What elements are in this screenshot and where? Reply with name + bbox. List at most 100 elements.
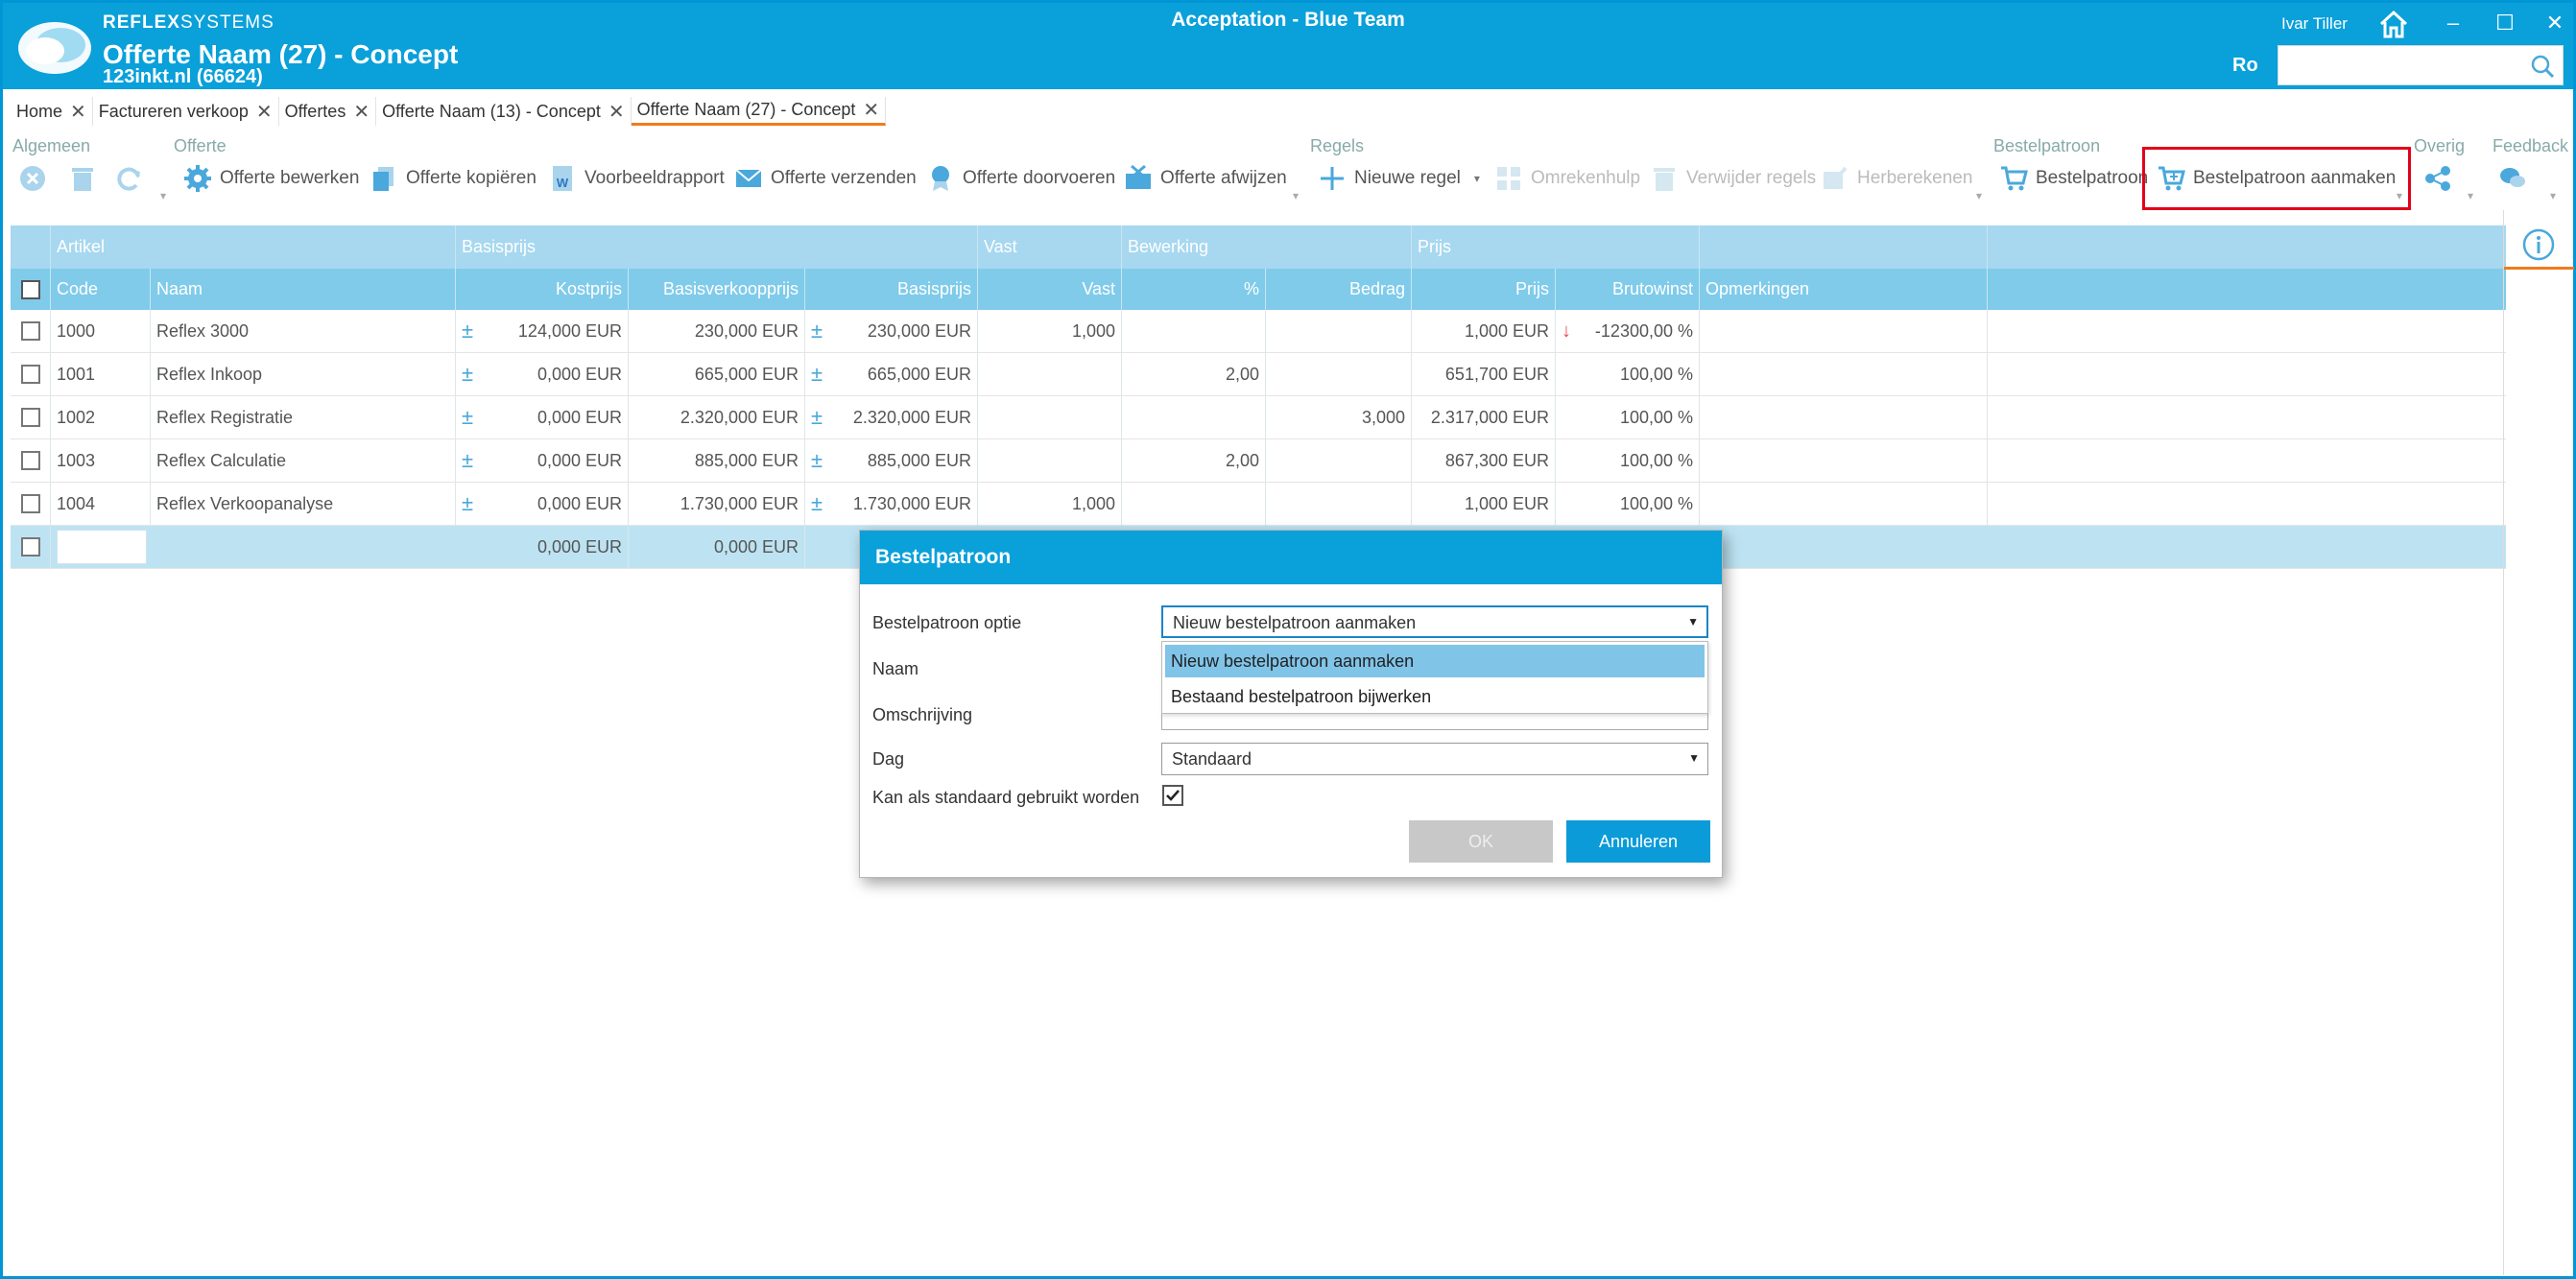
col-kostprijs[interactable]: Kostprijs (456, 269, 629, 310)
cell-basisprijs[interactable]: ±885,000 EUR (805, 439, 978, 482)
close-tab-icon[interactable]: ✕ (353, 100, 370, 124)
cell-basisverkoopprijs[interactable]: 885,000 EUR (629, 439, 805, 482)
cell-kostprijs[interactable]: ±0,000 EUR (456, 353, 629, 395)
cell-basisprijs[interactable]: ±2.320,000 EUR (805, 396, 978, 438)
plus-minus-icon[interactable]: ± (811, 405, 823, 430)
cell-pct[interactable]: 2,00 (1122, 353, 1266, 395)
cell-kostprijs[interactable]: ±0,000 EUR (456, 439, 629, 482)
cell-code[interactable]: 1002 (51, 396, 151, 438)
voorbeeldrapport-button[interactable]: W Voorbeeldrapport (548, 160, 725, 197)
tab-factureren-verkoop[interactable]: Factureren verkoop ✕ (93, 97, 279, 126)
cell-brutowinst[interactable]: ↓ -12300,00 % (1556, 310, 1700, 352)
cell-basisverkoopprijs[interactable]: 230,000 EUR (629, 310, 805, 352)
maximize-button[interactable]: ☐ (2491, 9, 2519, 37)
offerte-doorvoeren-button[interactable]: Offerte doorvoeren (926, 160, 1115, 197)
cell-brutowinst[interactable]: 100,00 % (1556, 439, 1700, 482)
cell-vast[interactable] (978, 353, 1122, 395)
cell-naam[interactable]: Reflex Calculatie (151, 439, 456, 482)
col-brutowinst[interactable]: Brutowinst (1556, 269, 1700, 310)
col-opmerkingen[interactable]: Opmerkingen (1700, 269, 1988, 310)
tab-offerte-27[interactable]: Offerte Naam (27) - Concept ✕ (631, 97, 887, 126)
plus-minus-icon[interactable]: ± (811, 362, 823, 387)
delete-button[interactable] (68, 160, 97, 197)
cell-spacer[interactable] (1988, 396, 2514, 438)
cell-vast[interactable]: 1,000 (978, 310, 1122, 352)
refresh-button[interactable] (114, 160, 143, 197)
close-tab-icon[interactable]: ✕ (863, 98, 879, 122)
cell-prijs[interactable]: 867,300 EUR (1412, 439, 1556, 482)
omrekenhulp-button[interactable]: Omrekenhulp (1494, 160, 1640, 197)
row-checkbox[interactable] (20, 494, 40, 513)
cell-brutowinst[interactable]: 100,00 % (1556, 353, 1700, 395)
chevron-down-icon[interactable]: ▾ (1293, 189, 1299, 202)
minimize-button[interactable]: – (2439, 9, 2468, 37)
search-input[interactable] (2278, 45, 2564, 85)
new-code-input[interactable] (57, 530, 147, 564)
cell-pct[interactable] (1122, 396, 1266, 438)
cell-basisprijs[interactable]: ±665,000 EUR (805, 353, 978, 395)
col-basisprijs[interactable]: Basisprijs (805, 269, 978, 310)
cell-kostprijs[interactable]: ±0,000 EUR (456, 483, 629, 525)
col-code[interactable]: Code (51, 269, 151, 310)
col-naam[interactable]: Naam (151, 269, 456, 310)
feedback-button[interactable] (2498, 160, 2527, 197)
cell-pct[interactable] (1122, 483, 1266, 525)
select-all-checkbox[interactable] (20, 279, 40, 299)
tab-offerte-13[interactable]: Offerte Naam (13) - Concept ✕ (376, 97, 632, 126)
home-icon[interactable] (2377, 9, 2410, 39)
cell-code[interactable]: 1003 (51, 439, 151, 482)
cell-code[interactable]: 1000 (51, 310, 151, 352)
table-row[interactable]: 1000 Reflex 3000 ±124,000 EUR 230,000 EUR ±2… (11, 310, 2506, 353)
cell-vast[interactable] (978, 396, 1122, 438)
cancel-button[interactable] (18, 160, 47, 197)
chevron-down-icon[interactable]: ▾ (2468, 189, 2473, 202)
plus-minus-icon[interactable]: ± (811, 491, 823, 516)
cell-kostprijs[interactable]: ±0,000 EUR (456, 396, 629, 438)
annuleren-button[interactable]: Annuleren (1566, 820, 1710, 863)
plus-minus-icon[interactable]: ± (462, 491, 473, 516)
col-basisverkoopprijs[interactable]: Basisverkoopprijs (629, 269, 805, 310)
cell-kostprijs[interactable]: ±124,000 EUR (456, 310, 629, 352)
cell-opmerkingen[interactable] (1700, 353, 1988, 395)
table-row[interactable]: 1001 Reflex Inkoop ±0,000 EUR 665,000 EUR ±6… (11, 353, 2506, 396)
share-button[interactable] (2423, 160, 2452, 197)
plus-minus-icon[interactable]: ± (462, 362, 473, 387)
cell-bedrag[interactable] (1266, 353, 1412, 395)
cell-spacer[interactable] (1988, 483, 2514, 525)
search-icon[interactable] (2530, 54, 2555, 79)
cell-basisprijs[interactable]: ±230,000 EUR (805, 310, 978, 352)
cell-pct[interactable]: 2,00 (1122, 439, 1266, 482)
cell-code[interactable]: 1004 (51, 483, 151, 525)
language-indicator[interactable]: Ro (2232, 55, 2258, 77)
nieuwe-regel-button[interactable]: Nieuwe regel ▾ (1318, 160, 1480, 197)
offerte-kopieren-button[interactable]: Offerte kopiëren (370, 160, 537, 197)
chevron-down-icon[interactable]: ▾ (2550, 189, 2556, 202)
cell-spacer[interactable] (1988, 353, 2514, 395)
cell-naam[interactable]: Reflex Registratie (151, 396, 456, 438)
close-tab-icon[interactable]: ✕ (70, 100, 86, 124)
chevron-down-icon[interactable]: ▼ (1687, 615, 1699, 628)
tab-offertes[interactable]: Offertes ✕ (279, 97, 377, 126)
plus-minus-icon[interactable]: ± (811, 448, 823, 473)
chevron-down-icon[interactable]: ▾ (1976, 189, 1982, 202)
cell-bedrag[interactable] (1266, 310, 1412, 352)
ok-button[interactable]: OK (1409, 820, 1553, 863)
cell-opmerkingen[interactable] (1700, 483, 1988, 525)
cell-opmerkingen[interactable] (1700, 439, 1988, 482)
row-checkbox[interactable] (20, 365, 40, 384)
cell-vast[interactable] (978, 439, 1122, 482)
cell-naam[interactable]: Reflex Inkoop (151, 353, 456, 395)
plus-minus-icon[interactable]: ± (462, 319, 473, 343)
cell-brutowinst[interactable]: 100,00 % (1556, 483, 1700, 525)
cell-prijs[interactable]: 651,700 EUR (1412, 353, 1556, 395)
table-row[interactable]: 1002 Reflex Registratie ±0,000 EUR 2.320,00… (11, 396, 2506, 439)
cell-bedrag[interactable] (1266, 439, 1412, 482)
chevron-down-icon[interactable]: ▼ (1688, 751, 1700, 765)
table-row[interactable]: 1004 Reflex Verkoopanalyse ±0,000 EUR 1.730… (11, 483, 2506, 526)
bestelpatroon-button[interactable]: Bestelpatroon (1999, 160, 2148, 197)
info-icon[interactable] (2521, 227, 2556, 262)
plus-minus-icon[interactable]: ± (462, 405, 473, 430)
row-checkbox[interactable] (20, 408, 40, 427)
table-row[interactable]: 1003 Reflex Calculatie ±0,000 EUR 885,000 E… (11, 439, 2506, 483)
close-window-button[interactable]: ✕ (2540, 9, 2569, 37)
